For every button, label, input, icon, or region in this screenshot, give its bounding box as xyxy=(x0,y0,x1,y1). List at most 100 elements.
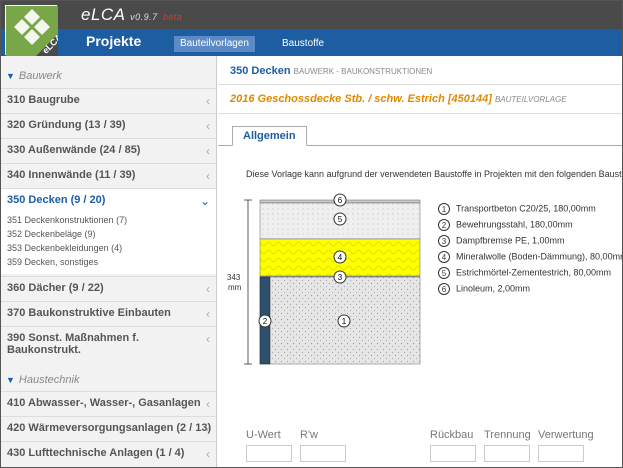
brand-name: eLCA xyxy=(81,5,125,24)
chevron-left-icon: ‹ xyxy=(206,447,210,461)
legend-item: 1 Transportbeton C20/25, 180,00mm xyxy=(438,203,596,217)
sidebar-subitem-359[interactable]: 359 Decken, sonstiges xyxy=(7,257,98,267)
chevron-left-icon: ‹ xyxy=(206,119,210,133)
sidebar: ▼ Bauwerk 310 Baugrube ‹ 320 Gründung (13… xyxy=(1,56,217,467)
main-nav: Projekte Bauteilvorlagen Baustoffe xyxy=(1,29,622,56)
chevron-left-icon: ‹ xyxy=(206,94,210,108)
legend-label: Estrichmörtel-Zementestrich, 80,00mm xyxy=(456,267,612,278)
sidebar-item-350[interactable]: 350 Decken (9 / 20) ⌄ 351 Deckenkonstruk… xyxy=(1,188,216,274)
legend-number: 4 xyxy=(438,251,450,263)
chevron-left-icon: ‹ xyxy=(206,282,210,296)
legend-item: 6 Linoleum, 2,00mm xyxy=(438,283,530,297)
legend-label: Transportbeton C20/25, 180,00mm xyxy=(456,203,596,214)
dimension-unit: mm xyxy=(228,283,242,292)
brand-title: eLCA v0.9.7 beta xyxy=(81,5,182,25)
section-label: Haustechnik xyxy=(18,374,80,386)
sidebar-subitem-351[interactable]: 351 Deckenkonstruktionen (7) xyxy=(7,215,127,225)
layer-diagram: 343 mm 6 5 4 3 1 2 xyxy=(226,192,426,372)
legend-item: 3 Dampfbremse PE, 1,00mm xyxy=(438,235,565,249)
legend-number: 1 xyxy=(438,203,450,215)
dimension-value: 343 xyxy=(227,273,241,282)
page-title: 2016 Geschossdecke Stb. / schw. Estrich … xyxy=(230,93,567,105)
legend-label: Dampfbremse PE, 1,00mm xyxy=(456,235,565,246)
sidebar-item-430[interactable]: 430 Lufttechnische Anlagen (1 / 4) ‹ xyxy=(1,441,216,466)
sidebar-item-310[interactable]: 310 Baugrube ‹ xyxy=(1,88,216,113)
sidebar-item-340[interactable]: 340 Innenwände (11 / 39) ‹ xyxy=(1,163,216,188)
divider xyxy=(218,84,622,85)
sidebar-item-390[interactable]: 390 Sonst. Maßnahmen f. Baukonstrukt. ‹ xyxy=(1,326,216,356)
sidebar-item-label: 410 Abwasser-, Wasser-, Gasanlagen xyxy=(7,397,201,409)
sidebar-item-label: 370 Baukonstruktive Einbauten xyxy=(7,307,171,319)
chevron-left-icon: ‹ xyxy=(206,422,210,436)
section-haustechnik[interactable]: ▼ Haustechnik xyxy=(6,374,79,390)
legend-item: 2 Bewehrungsstahl, 180,00mm xyxy=(438,219,573,233)
layer-marker-5: 5 xyxy=(338,215,343,224)
nav-templates[interactable]: Bauteilvorlagen xyxy=(174,36,255,52)
breadcrumb-main: 350 Decken xyxy=(230,65,291,77)
u-value-label: U-Wert xyxy=(246,429,281,441)
sidebar-item-330[interactable]: 330 Außenwände (24 / 85) ‹ xyxy=(1,138,216,163)
legend-item: 5 Estrichmörtel-Zementestrich, 80,00mm xyxy=(438,267,611,281)
top-bar: eLCA v0.9.7 beta xyxy=(1,1,622,29)
nav-projects[interactable]: Projekte xyxy=(86,33,141,49)
sidebar-item-label: 350 Decken (9 / 20) xyxy=(7,194,106,206)
sidebar-item-label: 430 Lufttechnische Anlagen (1 / 4) xyxy=(7,447,185,459)
rw-field[interactable] xyxy=(300,445,346,462)
sidebar-item-410[interactable]: 410 Abwasser-, Wasser-, Gasanlagen ‹ xyxy=(1,391,216,416)
triangle-down-icon: ▼ xyxy=(6,375,15,385)
layer-marker-3: 3 xyxy=(338,273,343,282)
sidebar-subitem-353[interactable]: 353 Deckenbekleidungen (4) xyxy=(7,243,122,253)
layer-marker-6: 6 xyxy=(338,196,343,205)
sidebar-subitem-352[interactable]: 352 Deckenbeläge (9) xyxy=(7,229,96,239)
chevron-left-icon: ‹ xyxy=(206,169,210,183)
layer-marker-2: 2 xyxy=(263,317,268,326)
tab-general[interactable]: Allgemein xyxy=(232,126,307,146)
template-tag: BAUTEILVORLAGE xyxy=(494,95,567,104)
elca-logo[interactable]: eLCA xyxy=(5,5,64,56)
trennung-field[interactable] xyxy=(484,445,530,462)
sidebar-item-label: 420 Wärmeversorgungsanlagen (2 / 13) xyxy=(7,422,212,434)
info-text: Diese Vorlage kann aufgrund der verwende… xyxy=(246,169,623,179)
breadcrumb: 350 Decken BAUWERK - BAUKONSTRUKTIONEN xyxy=(230,65,432,77)
legend-label: Mineralwolle (Boden-Dämmung), 80,00mm xyxy=(456,251,623,262)
sidebar-item-label: 340 Innenwände (11 / 39) xyxy=(7,169,136,181)
template-title: 2016 Geschossdecke Stb. / schw. Estrich … xyxy=(230,93,492,105)
legend-label: Bewehrungsstahl, 180,00mm xyxy=(456,219,573,230)
nav-materials[interactable]: Baustoffe xyxy=(276,36,330,52)
version-label: v0.9.7 xyxy=(130,12,158,22)
sidebar-item-370[interactable]: 370 Baukonstruktive Einbauten ‹ xyxy=(1,301,216,326)
chevron-left-icon: ‹ xyxy=(206,307,210,321)
layer-marker-1: 1 xyxy=(342,317,347,326)
triangle-down-icon: ▼ xyxy=(6,71,15,81)
legend-label: Linoleum, 2,00mm xyxy=(456,283,531,294)
chevron-down-icon: ⌄ xyxy=(199,194,210,208)
layer-marker-4: 4 xyxy=(338,253,343,262)
legend-number: 3 xyxy=(438,235,450,247)
trennung-label: Trennung xyxy=(484,429,531,441)
divider xyxy=(218,113,622,114)
sidebar-item-label: 360 Dächer (9 / 22) xyxy=(7,282,104,294)
legend-item: 4 Mineralwolle (Boden-Dämmung), 80,00mm xyxy=(438,251,623,265)
section-bauwerk[interactable]: ▼ Bauwerk xyxy=(6,70,62,86)
section-label: Bauwerk xyxy=(18,70,62,82)
sidebar-item-label: 330 Außenwände (24 / 85) xyxy=(7,144,141,156)
chevron-left-icon: ‹ xyxy=(206,397,210,411)
app-window: eLCA v0.9.7 beta Projekte Bauteilvorlage… xyxy=(0,0,623,468)
chevron-left-icon: ‹ xyxy=(206,332,210,346)
rueckbau-field[interactable] xyxy=(430,445,476,462)
breadcrumb-sub: BAUWERK - BAUKONSTRUKTIONEN xyxy=(293,67,433,76)
u-value-field[interactable] xyxy=(246,445,292,462)
sidebar-item-320[interactable]: 320 Gründung (13 / 39) ‹ xyxy=(1,113,216,138)
chevron-left-icon: ‹ xyxy=(206,144,210,158)
rueckbau-label: Rückbau xyxy=(430,429,474,441)
verwertung-field[interactable] xyxy=(538,445,584,462)
sidebar-item-label: 390 Sonst. Maßnahmen f. Baukonstrukt. xyxy=(7,332,140,356)
legend-number: 6 xyxy=(438,283,450,295)
sidebar-item-label: 320 Gründung (13 / 39) xyxy=(7,119,126,131)
sidebar-item-360[interactable]: 360 Dächer (9 / 22) ‹ xyxy=(1,276,216,301)
rw-label: R'w xyxy=(300,429,318,441)
sidebar-item-420[interactable]: 420 Wärmeversorgungsanlagen (2 / 13) ‹ xyxy=(1,416,216,441)
sidebar-item-label: 310 Baugrube xyxy=(7,94,80,106)
legend-number: 5 xyxy=(438,267,450,279)
verwertung-label: Verwertung xyxy=(538,429,594,441)
